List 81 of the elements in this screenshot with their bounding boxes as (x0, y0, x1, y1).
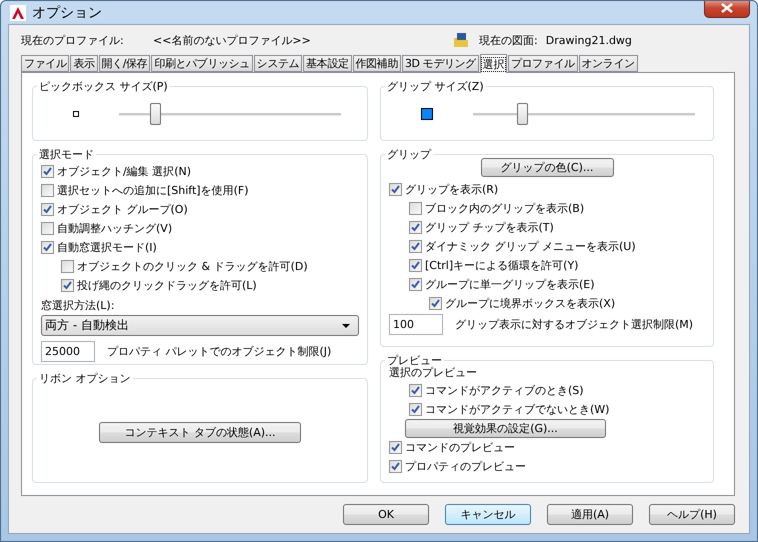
checkbox[interactable] (389, 183, 402, 196)
tab[interactable]: 3D モデリング (402, 55, 479, 72)
checkbox[interactable] (41, 241, 54, 254)
dialog-button[interactable]: ヘルプ(H) (649, 504, 735, 525)
checkbox-label: ブロック内のグリップを表示(B) (425, 201, 584, 216)
profile-label: 現在のプロファイル: (21, 32, 125, 48)
checkbox-label: グループに単一グリップを表示(E) (425, 277, 595, 292)
pickbox-square-icon (73, 111, 79, 117)
tab[interactable]: 印刷とパブリッシュ (151, 55, 253, 72)
checkbox[interactable] (41, 165, 54, 178)
drawing-file-icon (453, 32, 469, 48)
checkbox[interactable] (41, 222, 54, 235)
checkbox-label: 自動調整ハッチング(V) (57, 221, 172, 236)
checkbox[interactable] (41, 184, 54, 197)
slider-thumb[interactable] (516, 102, 528, 124)
checkbox-label: 自動窓選択モード(I) (57, 240, 157, 255)
field-label: グリップ表示に対するオブジェクト選択制限(M) (455, 317, 694, 332)
checkbox[interactable] (41, 203, 54, 216)
dialog-button[interactable]: キャンセル (445, 504, 531, 525)
checkbox[interactable] (389, 441, 402, 454)
app-logo-icon (10, 4, 26, 20)
checkbox[interactable] (429, 297, 442, 310)
grip-square-icon (421, 108, 433, 120)
checkbox-label: コマンドがアクティブでないとき(W) (425, 402, 610, 417)
tab[interactable]: プロファイル (508, 55, 578, 72)
tab[interactable]: 開く/保存 (98, 55, 150, 72)
tab[interactable]: 作図補助 (352, 55, 401, 72)
tab[interactable]: 表示 (70, 55, 98, 72)
checkbox-label: [Ctrl]キーによる循環を許可(Y) (425, 258, 578, 273)
checkbox-label: グリップ チップを表示(T) (425, 220, 554, 235)
window-method-dropdown[interactable]: 両方 - 自動検出 (41, 315, 359, 336)
tab[interactable]: 基本設定 (303, 55, 352, 72)
drawing-name: Drawing21.dwg (546, 34, 632, 46)
visual-effect-settings-button[interactable]: 視覚効果の設定(G)... (405, 419, 606, 438)
group-title: グリップ (386, 147, 432, 162)
drawing-label: 現在の図面: (479, 32, 538, 48)
object-limit-field[interactable]: 25000 (41, 341, 95, 362)
group-title: 選択モード (38, 147, 95, 162)
close-button[interactable] (704, 1, 750, 18)
checkbox[interactable] (409, 240, 422, 253)
checkbox-label: オブジェクト/編集 選択(N) (57, 164, 192, 179)
checkbox[interactable] (409, 278, 422, 291)
grip-colors-button[interactable]: グリップの色(C)... (480, 158, 614, 177)
checkbox[interactable] (61, 260, 74, 273)
checkbox-label: グループに境界ボックスを表示(X) (445, 296, 616, 311)
checkbox[interactable] (389, 460, 402, 473)
group-title: ピックボックス サイズ(P) (38, 79, 169, 94)
checkbox[interactable] (409, 403, 422, 416)
checkbox-label: オブジェクト グループ(O) (57, 202, 188, 217)
checkbox-label: ダイナミック グリップ メニューを表示(U) (425, 239, 636, 254)
contextual-tab-states-button[interactable]: コンテキスト タブの状態(A)... (99, 422, 301, 443)
tab[interactable]: システム (254, 55, 302, 72)
group-title: グリップ サイズ(Z) (386, 79, 485, 94)
close-icon (721, 3, 733, 13)
checkbox-label: オブジェクトのクリック & ドラッグを許可(D) (77, 259, 308, 274)
checkbox-label: 選択セットへの追加に[Shift]を使用(F) (57, 183, 248, 198)
checkbox-label: プロパティのプレビュー (405, 459, 526, 474)
checkbox-label: コマンドがアクティブのとき(S) (425, 383, 584, 398)
checkbox[interactable] (61, 279, 74, 292)
profile-name: <<名前のないプロファイル>> (153, 32, 312, 48)
dialog-button[interactable]: OK (343, 504, 429, 525)
grip-limit-field[interactable]: 100 (389, 314, 443, 335)
field-label: プロパティ パレットでのオブジェクト制限(J) (107, 344, 332, 359)
checkbox-label: 投げ縄のクリックドラッグを許可(L) (77, 278, 257, 293)
group-title: プレビュー (386, 353, 443, 367)
checkbox[interactable] (409, 202, 422, 215)
checkbox[interactable] (409, 259, 422, 272)
window-title: オプション (32, 4, 103, 22)
checkbox[interactable] (409, 384, 422, 397)
group-title: リボン オプション (38, 371, 132, 386)
tab[interactable]: オンライン (578, 55, 638, 72)
dropdown-caret-icon (342, 324, 350, 328)
subsection-title: 選択のプレビュー (389, 366, 478, 381)
dialog-button[interactable]: 適用(A) (547, 504, 633, 525)
tab[interactable]: ファイル (21, 55, 70, 72)
slider-thumb[interactable] (150, 102, 161, 124)
tab[interactable]: 選択 (480, 54, 507, 73)
checkbox-label: コマンドのプレビュー (405, 440, 515, 455)
checkbox-label: グリップを表示(R) (405, 182, 498, 197)
checkbox[interactable] (409, 221, 422, 234)
field-label: 窓選択方法(L): (41, 298, 116, 313)
